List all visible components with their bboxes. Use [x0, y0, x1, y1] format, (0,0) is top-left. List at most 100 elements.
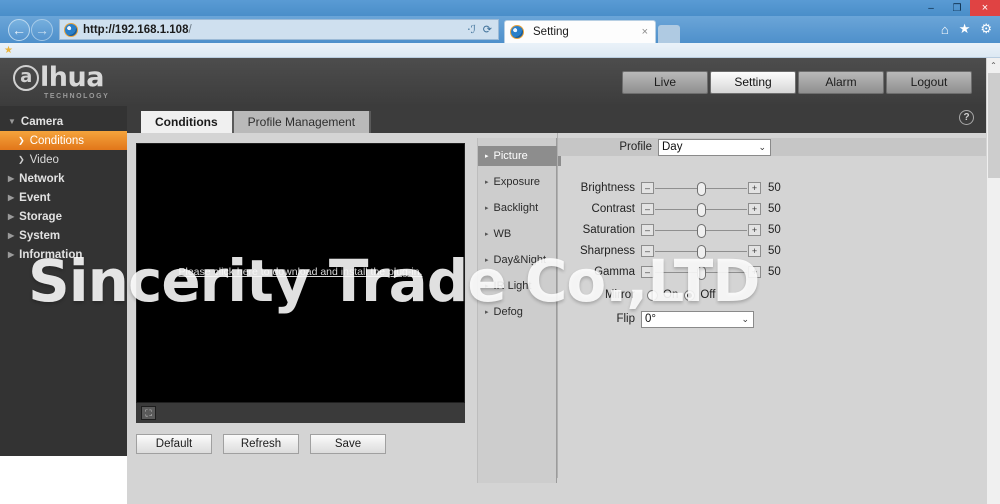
plugin-download-link[interactable]: Please click here to download and instal… [137, 266, 464, 278]
sidebar-item-event[interactable]: ▶ Event [0, 188, 127, 207]
submenu-label-ir-light: IR Light [493, 280, 532, 292]
contrast-thumb[interactable] [697, 202, 706, 217]
top-navigation: Live Setting Alarm Logout [622, 70, 972, 94]
slider-label-gamma: Gamma [594, 266, 635, 278]
submenu-item-backlight[interactable]: ▸ Backlight [478, 198, 556, 218]
refresh-button[interactable]: Refresh [223, 434, 299, 454]
gamma-track[interactable] [655, 265, 747, 280]
minimize-button[interactable]: – [918, 0, 944, 16]
favorites-icon[interactable]: ★ [959, 21, 971, 37]
submenu-label-backlight: Backlight [493, 202, 539, 214]
nav-live-button[interactable]: Live [622, 70, 708, 94]
tab-strip: Setting × [504, 20, 680, 43]
scrollbar-thumb[interactable] [988, 73, 1000, 178]
gamma-minus-button[interactable]: – [641, 266, 654, 278]
chevron-right-icon: ▶ [8, 212, 15, 221]
sidebar-footer [0, 456, 127, 504]
sharpness-minus-button[interactable]: – [641, 245, 654, 257]
window-titlebar: – ❐ × [0, 0, 1000, 16]
scroll-up-icon[interactable]: ⌃ [987, 58, 1000, 72]
submenu-item-picture[interactable]: ▸ Picture [478, 146, 561, 166]
sidebar-item-video[interactable]: ❯ Video [0, 150, 127, 169]
flip-label: Flip [616, 313, 635, 325]
sharpness-plus-button[interactable]: + [748, 245, 761, 257]
logo-subtitle: TECHNOLOGY [44, 93, 110, 100]
tools-gear-icon[interactable]: ⚙ [980, 21, 992, 37]
video-column: Please click here to download and instal… [127, 133, 477, 504]
close-button[interactable]: × [970, 0, 1000, 16]
brightness-track[interactable] [655, 181, 747, 196]
new-tab-button[interactable] [658, 25, 680, 43]
mirror-off-radio[interactable] [684, 289, 696, 301]
favorites-bar-star-icon[interactable]: ★ [4, 45, 13, 56]
web-page: a lhua TECHNOLOGY Live Setting Alarm Log… [0, 58, 1000, 504]
submenu-item-day-night[interactable]: ▸ Day&Night [478, 250, 556, 270]
mirror-on-label: On [663, 289, 679, 301]
address-bar[interactable]: http://192.168.1.108/ ⋅ℐ ⟳ [59, 19, 499, 40]
flip-select[interactable]: 0° ⌄ [641, 310, 754, 328]
nav-logout-button[interactable]: Logout [886, 70, 972, 94]
brightness-plus-button[interactable]: + [748, 182, 761, 194]
flip-select-value: 0° [645, 313, 656, 325]
sidebar-item-camera[interactable]: ▼ Camera [0, 112, 127, 131]
sidebar-label-storage: Storage [19, 210, 62, 223]
fullscreen-icon[interactable]: ⛶ [141, 406, 156, 420]
help-icon[interactable]: ? [959, 110, 974, 125]
tab-profile-management[interactable]: Profile Management [233, 111, 372, 133]
page-scrollbar[interactable]: ⌃ [986, 58, 1000, 504]
chevron-right-icon: ▶ [8, 174, 15, 183]
forward-icon[interactable]: → [31, 18, 53, 41]
sharpness-thumb[interactable] [697, 244, 706, 259]
saturation-minus-button[interactable]: – [641, 224, 654, 236]
contrast-track[interactable] [655, 202, 747, 217]
sharpness-track[interactable] [655, 244, 747, 259]
video-toolbar: ⛶ [136, 403, 465, 423]
tab-favicon-icon [510, 25, 524, 39]
back-icon[interactable]: ← [8, 18, 30, 41]
saturation-thumb[interactable] [697, 223, 706, 238]
submenu-item-ir-light[interactable]: ▸ IR Light [478, 276, 556, 296]
contrast-plus-button[interactable]: + [748, 203, 761, 215]
mirror-on-radio[interactable] [647, 289, 658, 301]
sidebar-item-storage[interactable]: ▶ Storage [0, 207, 127, 226]
page-body: ▼ Camera ❯ Conditions ❯ Video ▶ Network … [0, 106, 986, 504]
brightness-minus-button[interactable]: – [641, 182, 654, 194]
chevron-right-icon: ▸ [485, 309, 489, 316]
sidebar-item-information[interactable]: ▶ Information [0, 245, 127, 264]
nav-setting-button[interactable]: Setting [710, 70, 796, 94]
default-button[interactable]: Default [136, 434, 212, 454]
saturation-plus-button[interactable]: + [748, 224, 761, 236]
content-tabbar: Conditions Profile Management ? [127, 106, 986, 133]
home-icon[interactable]: ⌂ [941, 22, 949, 37]
submenu-item-wb[interactable]: ▸ WB [478, 224, 556, 244]
sidebar-item-conditions[interactable]: ❯ Conditions [0, 131, 127, 150]
search-icon[interactable]: ⋅ℐ [467, 23, 476, 36]
browser-tab-setting[interactable]: Setting × [504, 20, 656, 43]
gamma-plus-button[interactable]: + [748, 266, 761, 278]
sidebar-item-system[interactable]: ▶ System [0, 226, 127, 245]
contrast-minus-button[interactable]: – [641, 203, 654, 215]
refresh-icon[interactable]: ⟳ [483, 23, 492, 36]
action-buttons: Default Refresh Save [136, 434, 477, 454]
gamma-value: 50 [768, 266, 781, 278]
brightness-thumb[interactable] [697, 181, 706, 196]
favorites-bar: ★ [0, 43, 1000, 58]
chevron-right-icon: ❯ [18, 155, 25, 164]
sidebar-item-network[interactable]: ▶ Network [0, 169, 127, 188]
profile-select[interactable]: Day ⌄ [658, 138, 771, 156]
maximize-button[interactable]: ❐ [944, 0, 970, 16]
tab-close-icon[interactable]: × [640, 26, 650, 38]
chevron-right-icon: ▸ [485, 205, 489, 212]
save-button[interactable]: Save [310, 434, 386, 454]
tab-conditions[interactable]: Conditions [141, 111, 234, 133]
submenu-item-exposure[interactable]: ▸ Exposure [478, 172, 556, 192]
video-preview[interactable]: Please click here to download and instal… [136, 143, 465, 403]
logo-text: lhua [40, 62, 104, 93]
gamma-thumb[interactable] [697, 265, 706, 280]
url-path: / [188, 23, 192, 36]
saturation-track[interactable] [655, 223, 747, 238]
nav-alarm-button[interactable]: Alarm [798, 70, 884, 94]
work-area: Please click here to download and instal… [127, 133, 986, 504]
submenu-item-defog[interactable]: ▸ Defog [478, 302, 556, 322]
chevron-right-icon: ▸ [485, 257, 489, 264]
